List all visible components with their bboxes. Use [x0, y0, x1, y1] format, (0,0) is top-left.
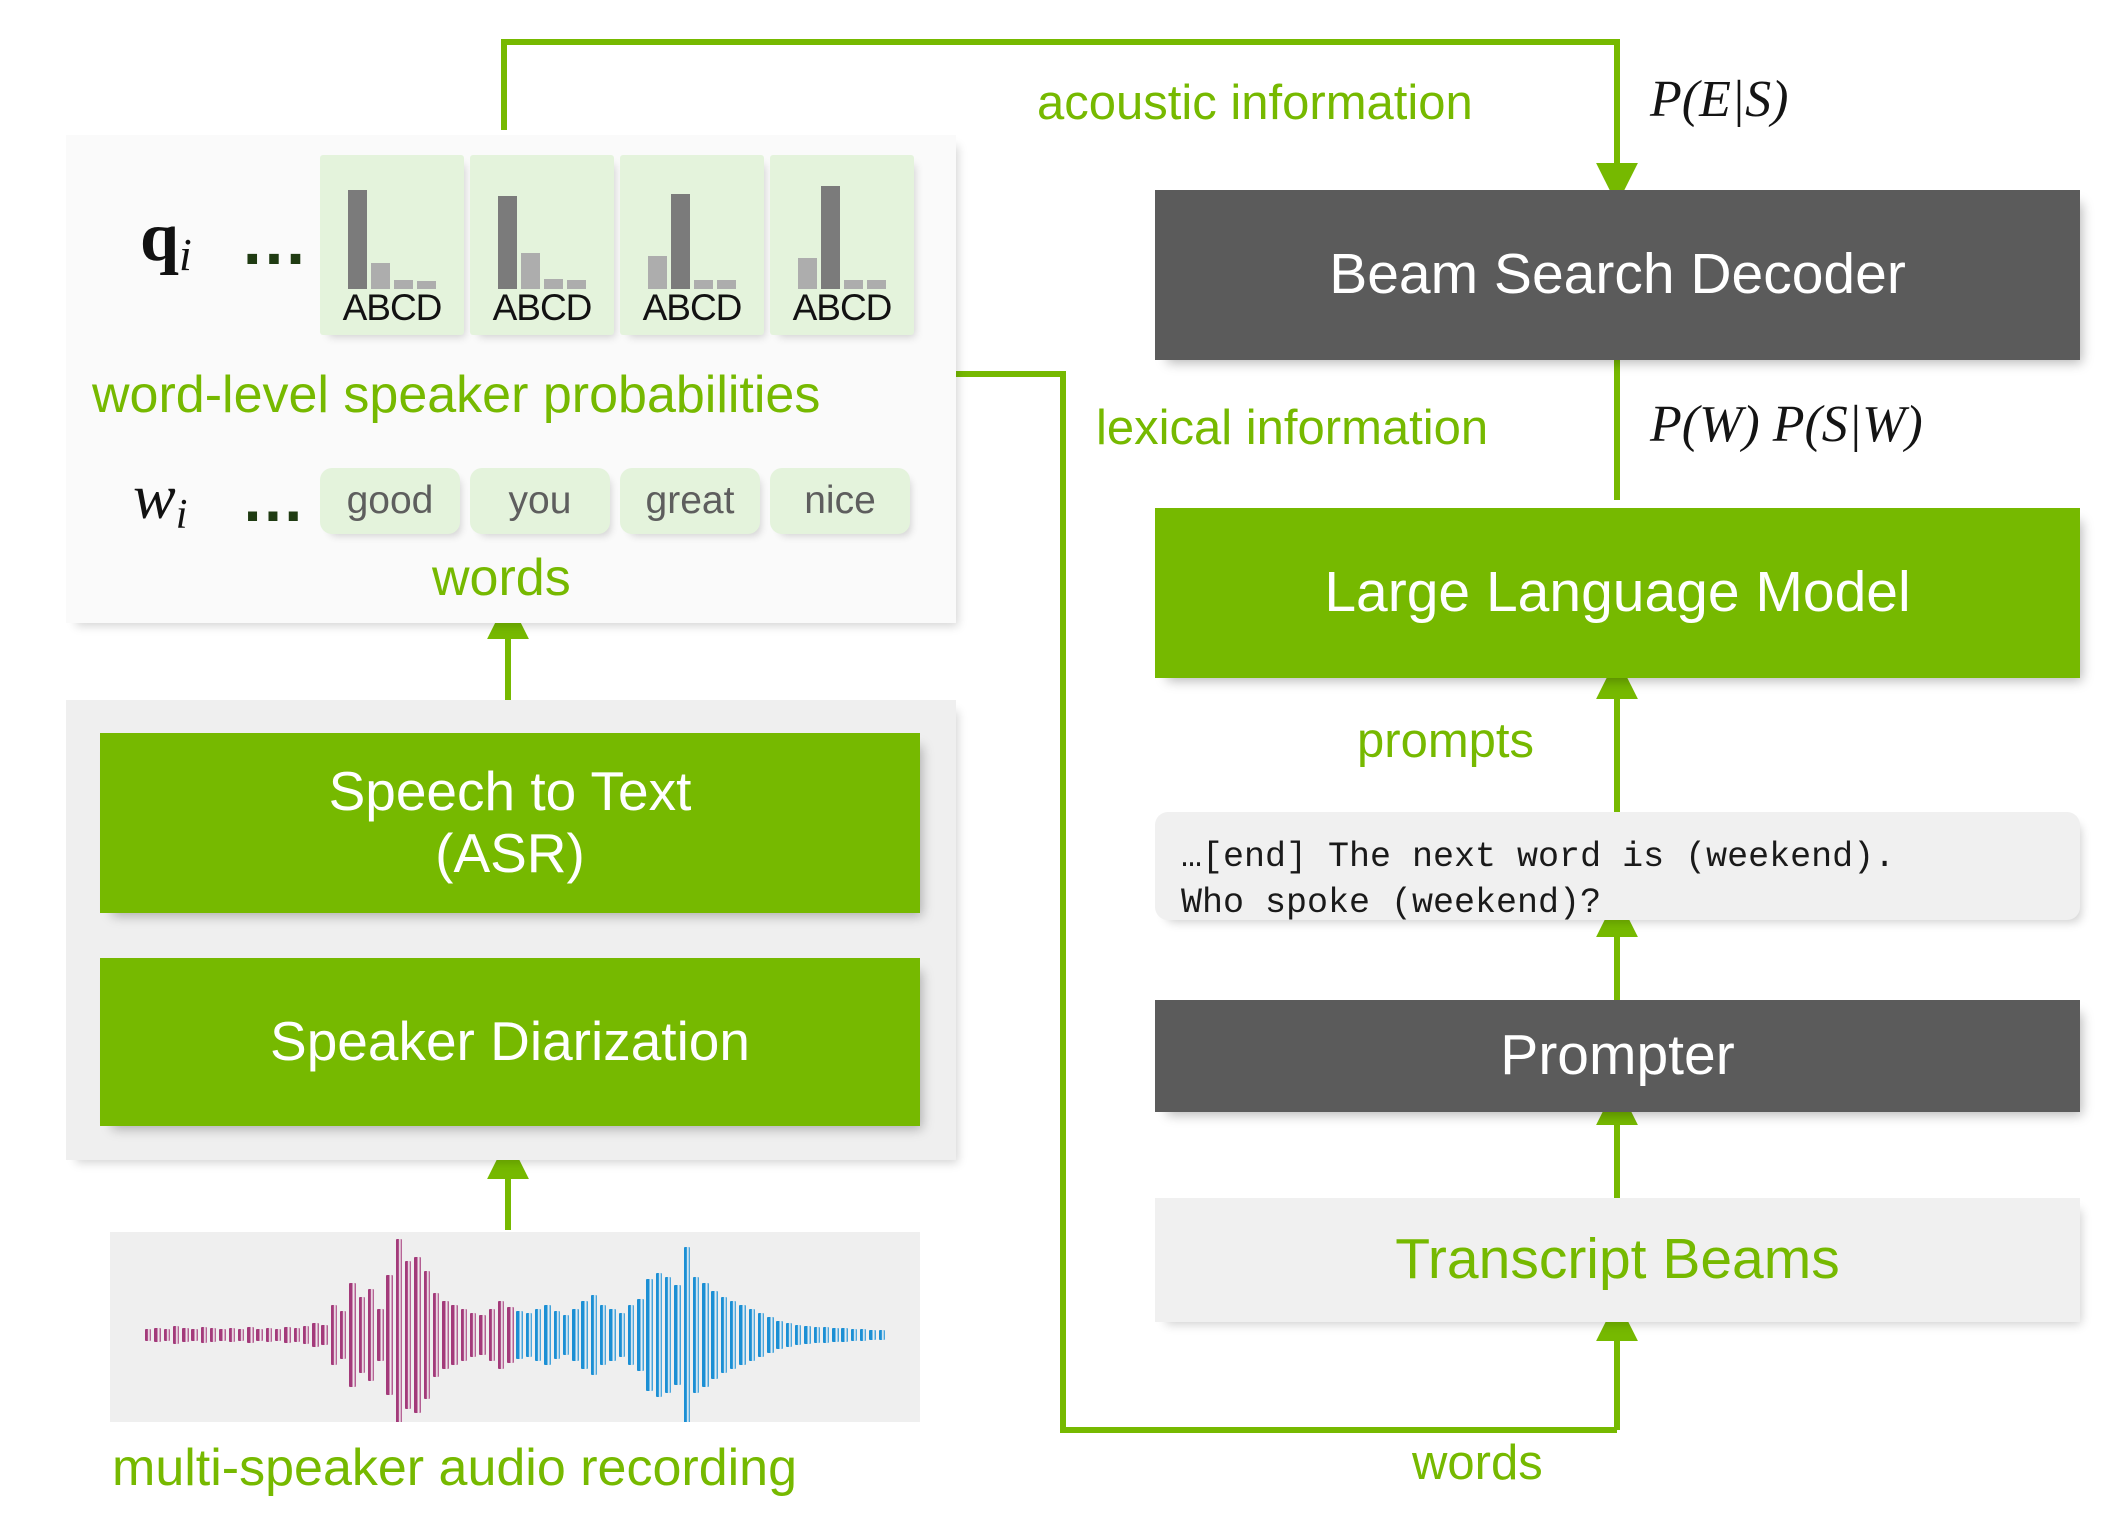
acoustic-formula-label: P(E|S): [1650, 71, 1789, 128]
speaker-diarization-box[interactable]: Speaker Diarization: [100, 958, 920, 1126]
speaker-probability-chart-1: ABCD: [320, 155, 464, 335]
speaker-diarization-label: Speaker Diarization: [270, 1010, 750, 1073]
diagram-canvas: qi … ABCD ABCD ABCD ABCD word-level spea…: [0, 0, 2120, 1534]
waveform-bars: [110, 1232, 920, 1422]
multi-speaker-audio-caption: multi-speaker audio recording: [112, 1439, 798, 1497]
word-chip-you: you: [470, 468, 610, 534]
q-ellipsis: …: [240, 203, 310, 279]
speech-to-text-label-line2: (ASR): [435, 822, 585, 884]
chart-1-axis-label: ABCD: [342, 287, 443, 328]
prompt-text-box: …[end] The next word is (weekend). Who s…: [1155, 812, 2080, 924]
lexical-formula-label: P(W) P(S|W): [1650, 396, 1923, 453]
transcript-beams-label: Transcript Beams: [1395, 1227, 1840, 1292]
word-level-speaker-probabilities-caption: word-level speaker probabilities: [92, 366, 821, 424]
transcript-beams-box[interactable]: Transcript Beams: [1155, 1198, 2080, 1322]
chart-2-axis-label: ABCD: [492, 287, 593, 328]
chart-3-axis-label: ABCD: [642, 287, 743, 328]
chart-1-bars: [320, 181, 464, 289]
words-caption: words: [432, 549, 571, 607]
beam-search-decoder-label: Beam Search Decoder: [1329, 242, 1906, 307]
q-vector-symbol: qi …: [140, 198, 320, 288]
w-ellipsis: …: [241, 463, 307, 535]
speaker-probability-chart-2: ABCD: [470, 155, 614, 335]
word-chip-good: good: [320, 468, 460, 534]
word-chip-nice: nice: [770, 468, 910, 534]
prompter-label: Prompter: [1500, 1023, 1735, 1088]
prompter-box[interactable]: Prompter: [1155, 1000, 2080, 1112]
chart-4-bars: [770, 181, 914, 289]
word-chip-good-label: good: [346, 479, 434, 522]
speaker-probability-chart-3: ABCD: [620, 155, 764, 335]
word-chip-great-label: great: [645, 479, 735, 522]
w-symbol-subscript: i: [175, 492, 188, 538]
speech-to-text-label-line1: Speech to Text: [328, 760, 692, 823]
chart-3-bars: [620, 181, 764, 289]
chart-4-axis-label: ABCD: [792, 287, 893, 328]
chart-2-bars: [470, 181, 614, 289]
multi-speaker-audio-waveform: [110, 1232, 920, 1422]
acoustic-information-label: acoustic information: [1037, 76, 1473, 130]
large-language-model-box[interactable]: Large Language Model: [1155, 508, 2080, 678]
q-symbol-letter: q: [140, 199, 179, 276]
prompt-text-line1: …[end] The next word is (weekend).: [1181, 837, 1896, 877]
beam-search-decoder-box[interactable]: Beam Search Decoder: [1155, 190, 2080, 360]
w-symbol-letter: w: [133, 461, 176, 532]
prompt-text-line2: Who spoke (weekend)?: [1181, 883, 1602, 924]
speech-to-text-box[interactable]: Speech to Text (ASR): [100, 733, 920, 913]
words-feedback-label: words: [1412, 1436, 1543, 1490]
large-language-model-label: Large Language Model: [1324, 560, 1911, 625]
word-chip-nice-label: nice: [804, 479, 876, 522]
q-symbol-subscript: i: [178, 229, 192, 280]
word-chip-you-label: you: [508, 479, 572, 522]
speaker-probability-chart-4: ABCD: [770, 155, 914, 335]
prompts-label: prompts: [1357, 714, 1535, 768]
w-vector-symbol: wi …: [133, 460, 333, 540]
word-chip-great: great: [620, 468, 760, 534]
lexical-information-label: lexical information: [1096, 401, 1489, 455]
